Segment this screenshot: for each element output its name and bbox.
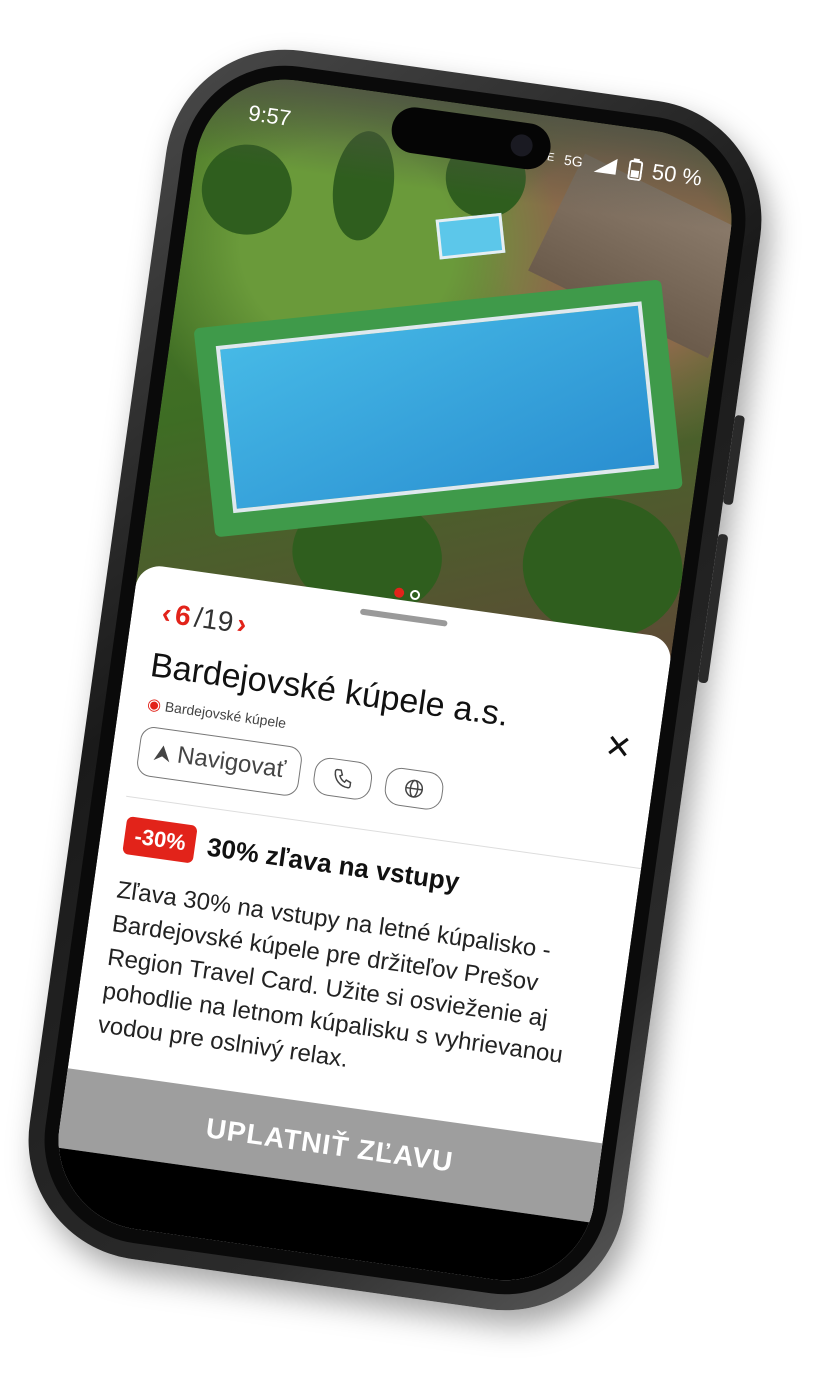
offer-description: Zľava 30% na vstupy na letné kúpalisko -… (96, 876, 565, 1074)
navigate-button-label: Navigovať (175, 741, 288, 784)
volume-button (697, 533, 729, 684)
globe-icon (405, 779, 424, 798)
signal-icon (593, 158, 618, 175)
pager: ‹ 6/19 › (160, 597, 249, 641)
network-type: 5G (563, 151, 584, 171)
location-pin-icon: ◉ (146, 695, 163, 715)
carousel-dot[interactable] (409, 589, 421, 601)
pager-current: 6 (173, 598, 193, 632)
sheet-drag-handle[interactable] (359, 608, 448, 627)
offer-title: 30% zľava na vstupy (205, 831, 462, 897)
navigate-button[interactable]: Navigovať (135, 725, 304, 798)
phone-bezel: 9:57 Vo LTE 5G 50 % (31, 52, 759, 1308)
pager-total: /19 (192, 601, 236, 638)
photo-small-pool (435, 212, 506, 260)
location-label: Bardejovské kúpele (163, 698, 288, 732)
website-button[interactable] (382, 765, 446, 812)
phone-icon (334, 768, 352, 789)
camera-lens-icon (509, 132, 535, 158)
battery-icon (627, 158, 644, 181)
chevron-right-icon[interactable]: › (235, 608, 249, 641)
status-time: 9:57 (246, 100, 293, 131)
carousel-dot-active[interactable] (393, 587, 405, 599)
phone-screen: 9:57 Vo LTE 5G 50 % (46, 68, 744, 1292)
phone-device: 9:57 Vo LTE 5G 50 % (13, 34, 777, 1326)
detail-sheet: ‹ 6/19 › Bardejovské kúpele a.s. ✕ ◉ Bar… (46, 563, 674, 1292)
battery-level: 50 % (650, 158, 704, 191)
call-button[interactable] (311, 755, 375, 802)
close-icon[interactable]: ✕ (603, 726, 635, 767)
navigation-arrow-icon (153, 745, 170, 763)
discount-badge: -30% (122, 816, 199, 864)
power-button (722, 414, 746, 506)
chevron-left-icon[interactable]: ‹ (160, 597, 174, 630)
